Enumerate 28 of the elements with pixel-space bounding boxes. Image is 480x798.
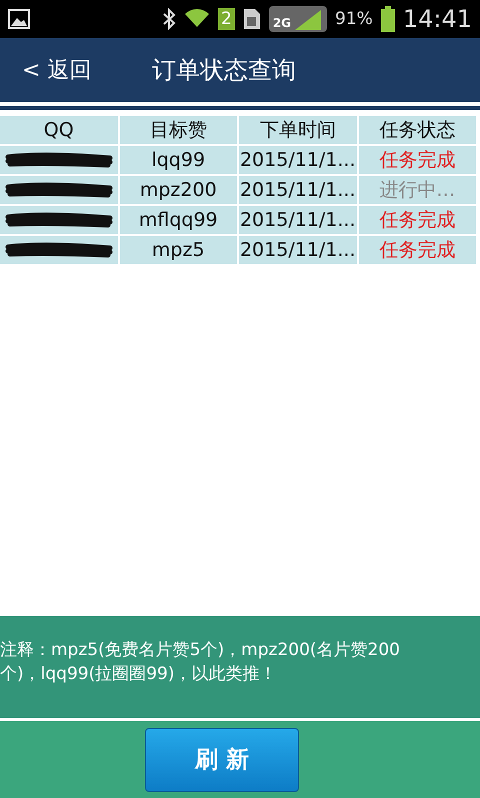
table-cell: mflqq99: [120, 206, 237, 234]
column-header: 任务状态: [358, 116, 476, 144]
table-cell: lqq99: [120, 146, 237, 174]
note-text: 注释：mpz5(免费名片赞5个)，mpz200(名片赞200个)，lqq99(拉圈圈99)，以此类推！: [0, 639, 401, 686]
sim-slot-badge: 2: [218, 8, 235, 30]
status-cell: 任务完成: [358, 206, 476, 234]
signal-indicator: 2G: [268, 6, 328, 32]
column-header: 目标赞: [120, 116, 237, 144]
bluetooth-icon: [162, 8, 176, 30]
page-title: 订单状态查询: [152, 55, 296, 86]
signal-bars-icon: [293, 10, 324, 30]
table-cell: 2015/11/1...: [239, 206, 356, 234]
back-button[interactable]: < 返回: [0, 55, 130, 85]
table-cell: mpz200: [120, 176, 237, 204]
table-cell: mpz5: [120, 236, 237, 264]
battery-percent: 91%: [335, 9, 373, 29]
status-cell: 进行中…: [358, 176, 476, 204]
table-cell: 2015/11/1...: [239, 146, 356, 174]
sim-card-icon: [242, 8, 261, 30]
table-cell: 2015/11/1...: [239, 236, 356, 264]
clock: 14:41: [402, 5, 472, 33]
status-cell: 任务完成: [358, 236, 476, 264]
battery-icon: [380, 6, 395, 32]
table-cell: 2015/11/1...: [239, 176, 356, 204]
status-cell: 任务完成: [358, 146, 476, 174]
column-header: 下单时间: [239, 116, 356, 144]
column-header: QQ: [0, 116, 118, 144]
picture-icon: [8, 9, 30, 29]
